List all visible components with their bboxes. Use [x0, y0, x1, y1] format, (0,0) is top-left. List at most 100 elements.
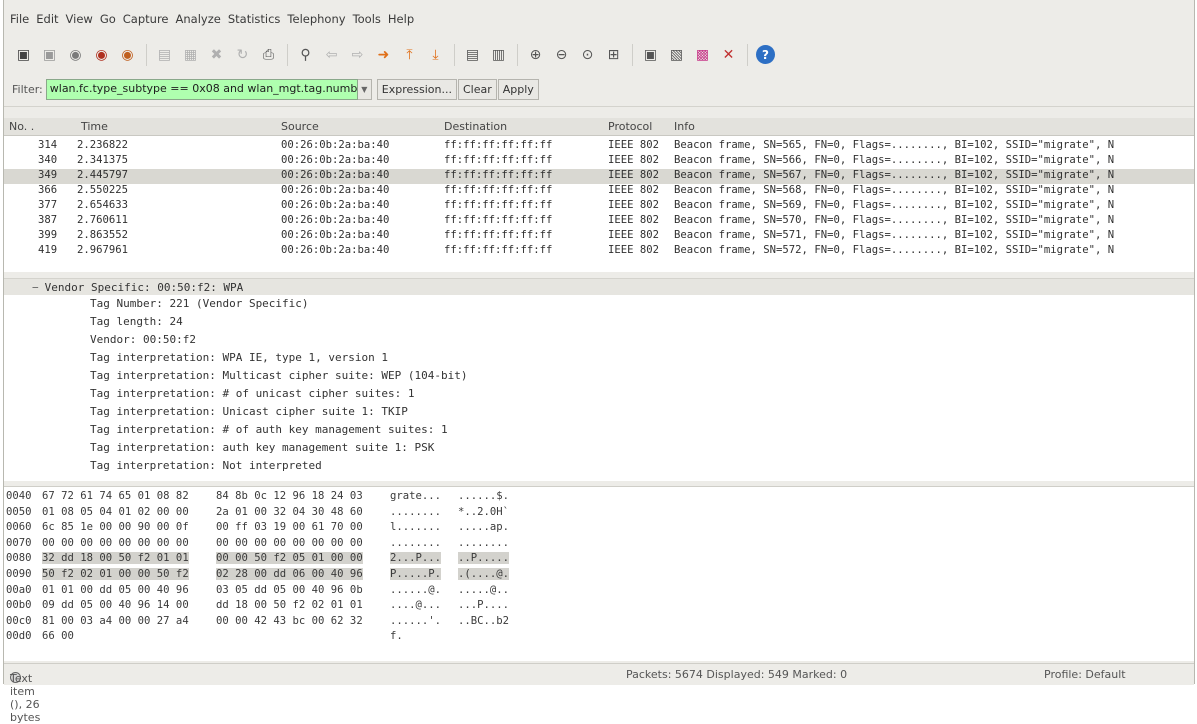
packet-destination: ff:ff:ff:ff:ff:ff — [444, 139, 553, 151]
detail-field[interactable]: Tag interpretation: WPA IE, type 1, vers… — [4, 349, 1194, 367]
capture-filters-icon[interactable]: ▣ — [641, 45, 660, 64]
column-info[interactable]: Info — [674, 120, 695, 133]
reload-icon[interactable]: ↻ — [233, 45, 252, 64]
ascii-right: .....@.. — [458, 583, 510, 596]
detail-field[interactable]: Tag interpretation: # of unicast cipher … — [4, 385, 1194, 403]
collapse-icon[interactable]: − — [32, 281, 39, 294]
packet-row[interactable]: 314 2.236822 00:26:0b:2a:ba:40 ff:ff:ff:ff:… — [4, 139, 1194, 154]
chevron-down-icon: ▼ — [361, 84, 368, 94]
save-file-icon[interactable]: ▦ — [181, 45, 200, 64]
packet-counts: Packets: 5674 Displayed: 549 Marked: 0 — [626, 668, 848, 681]
packet-protocol: IEEE 802 — [608, 154, 660, 166]
hex-bytes-right: 00 00 00 00 00 00 00 00 — [216, 536, 363, 549]
preferences-icon[interactable]: ✕ — [719, 45, 738, 64]
menu-edit[interactable]: Edit — [36, 12, 58, 26]
ascii-left: 2...P... — [390, 552, 442, 565]
hex-bytes-left: 01 08 05 04 01 02 00 00 — [42, 505, 189, 518]
packet-row[interactable]: 366 2.550225 00:26:0b:2a:ba:40 ff:ff:ff:ff:… — [4, 184, 1194, 199]
packet-row[interactable]: 387 2.760611 00:26:0b:2a:ba:40 ff:ff:ff:ff:… — [4, 214, 1194, 229]
capture-options-icon[interactable]: ▣ — [40, 45, 59, 64]
menu-view[interactable]: View — [66, 12, 93, 26]
hex-bytes-left: 01 01 00 dd 05 00 40 96 — [42, 583, 189, 596]
go-to-packet-icon[interactable]: ➜ — [374, 45, 393, 64]
menu-analyze[interactable]: Analyze — [176, 12, 221, 26]
profile-label[interactable]: Profile: Default — [1044, 668, 1126, 681]
packet-details-pane: − Vendor Specific: 00:50:f2: WPA Tag Num… — [4, 278, 1194, 481]
column-protocol[interactable]: Protocol — [608, 120, 652, 133]
hex-offset: 0090 — [6, 568, 32, 580]
display-filters-icon[interactable]: ▧ — [667, 45, 686, 64]
ascii-left: ........ — [390, 505, 442, 518]
column-no[interactable]: No. . — [9, 120, 34, 133]
detail-field[interactable]: Tag interpretation: Unicast cipher suite… — [4, 403, 1194, 421]
packet-destination: ff:ff:ff:ff:ff:ff — [444, 184, 553, 196]
detail-field[interactable]: Tag interpretation: Multicast cipher sui… — [4, 367, 1194, 385]
hex-offset: 00d0 — [6, 630, 32, 643]
detail-tree-header[interactable]: − Vendor Specific: 00:50:f2: WPA — [4, 279, 1194, 295]
hex-bytes-left: 09 dd 05 00 40 96 14 00 — [42, 599, 189, 612]
hex-bytes-left: 50 f2 02 01 00 00 50 f2 — [42, 568, 189, 580]
resize-columns-icon[interactable]: ⊞ — [604, 45, 623, 64]
stop-capture-icon[interactable]: ◉ — [92, 45, 111, 64]
go-first-packet-icon[interactable]: ⤒ — [400, 45, 419, 64]
restart-capture-icon[interactable]: ◉ — [118, 45, 137, 64]
packet-row[interactable]: 349 2.445797 00:26:0b:2a:ba:40 ff:ff:ff:ff:… — [4, 169, 1194, 184]
auto-scroll-icon[interactable]: ▥ — [489, 45, 508, 64]
column-time[interactable]: Time — [81, 120, 108, 133]
filter-toolbar: Filter: wlan.fc.type_subtype == 0x08 and… — [4, 72, 1194, 107]
find-packet-icon[interactable]: ⚲ — [296, 45, 315, 64]
go-back-icon[interactable]: ⇦ — [322, 45, 341, 64]
menu-tools[interactable]: Tools — [353, 12, 381, 26]
normal-size-icon[interactable]: ⊙ — [578, 45, 597, 64]
detail-field[interactable]: Tag interpretation: # of auth key manage… — [4, 421, 1194, 439]
menu-go[interactable]: Go — [100, 12, 116, 26]
packet-row[interactable]: 419 2.967961 00:26:0b:2a:ba:40 ff:ff:ff:ff:… — [4, 244, 1194, 259]
packet-time: 2.654633 — [77, 199, 129, 211]
menu-telephony[interactable]: Telephony — [287, 12, 345, 26]
expression-button[interactable]: Expression... — [376, 78, 457, 100]
packet-list: No. . Time Source Destination Protocol I… — [4, 118, 1194, 272]
filter-label[interactable]: Filter: — [12, 83, 43, 96]
go-last-packet-icon[interactable]: ⤓ — [426, 45, 445, 64]
interface-list-icon[interactable]: ▣ — [14, 45, 33, 64]
column-destination[interactable]: Destination — [444, 120, 507, 133]
clear-button[interactable]: Clear — [457, 78, 497, 100]
open-file-icon[interactable]: ▤ — [155, 45, 174, 64]
filter-history-dropdown[interactable]: ▼ — [357, 78, 372, 100]
menu-file[interactable]: File — [10, 12, 29, 26]
packet-row[interactable]: 340 2.341375 00:26:0b:2a:ba:40 ff:ff:ff:ff:… — [4, 154, 1194, 169]
packet-source: 00:26:0b:2a:ba:40 — [281, 154, 390, 166]
filter-input[interactable]: wlan.fc.type_subtype == 0x08 and wlan_mg… — [45, 78, 358, 100]
packet-row[interactable]: 377 2.654633 00:26:0b:2a:ba:40 ff:ff:ff:ff:… — [4, 199, 1194, 214]
detail-field[interactable]: Tag interpretation: Not interpreted — [4, 457, 1194, 475]
hex-bytes-left: 32 dd 18 00 50 f2 01 01 — [42, 552, 189, 565]
ascii-right: ...P.... — [458, 599, 510, 612]
detail-field[interactable]: Vendor: 00:50:f2 — [4, 331, 1194, 349]
packet-time: 2.341375 — [77, 154, 129, 166]
packet-row[interactable]: 399 2.863552 00:26:0b:2a:ba:40 ff:ff:ff:ff:… — [4, 229, 1194, 244]
hex-offset: 0040 — [6, 490, 32, 502]
detail-field[interactable]: Tag Number: 221 (Vendor Specific) — [4, 295, 1194, 313]
start-capture-icon[interactable]: ◉ — [66, 45, 85, 64]
menu-capture[interactable]: Capture — [123, 12, 169, 26]
packet-source: 00:26:0b:2a:ba:40 — [281, 214, 390, 226]
zoom-out-icon[interactable]: ⊖ — [552, 45, 571, 64]
hex-bytes-left: 6c 85 1e 00 00 90 00 0f — [42, 521, 189, 534]
menu-statistics[interactable]: Statistics — [228, 12, 281, 26]
help-icon[interactable]: ? — [756, 45, 775, 64]
coloring-rules-icon[interactable]: ▩ — [693, 45, 712, 64]
packet-info: Beacon frame, SN=566, FN=0, Flags=......… — [674, 154, 1115, 166]
go-forward-icon[interactable]: ⇨ — [348, 45, 367, 64]
close-file-icon[interactable]: ✖ — [207, 45, 226, 64]
detail-field[interactable]: Tag interpretation: auth key management … — [4, 439, 1194, 457]
packet-source: 00:26:0b:2a:ba:40 — [281, 184, 390, 196]
apply-button[interactable]: Apply — [497, 78, 539, 100]
menu-help[interactable]: Help — [388, 12, 414, 26]
zoom-in-icon[interactable]: ⊕ — [526, 45, 545, 64]
detail-field[interactable]: Tag length: 24 — [4, 313, 1194, 331]
column-source[interactable]: Source — [281, 120, 319, 133]
colorize-icon[interactable]: ▤ — [463, 45, 482, 64]
ascii-left: ......'. — [390, 614, 442, 627]
print-icon[interactable]: ⎙ — [259, 45, 278, 64]
packet-protocol: IEEE 802 — [608, 244, 660, 256]
